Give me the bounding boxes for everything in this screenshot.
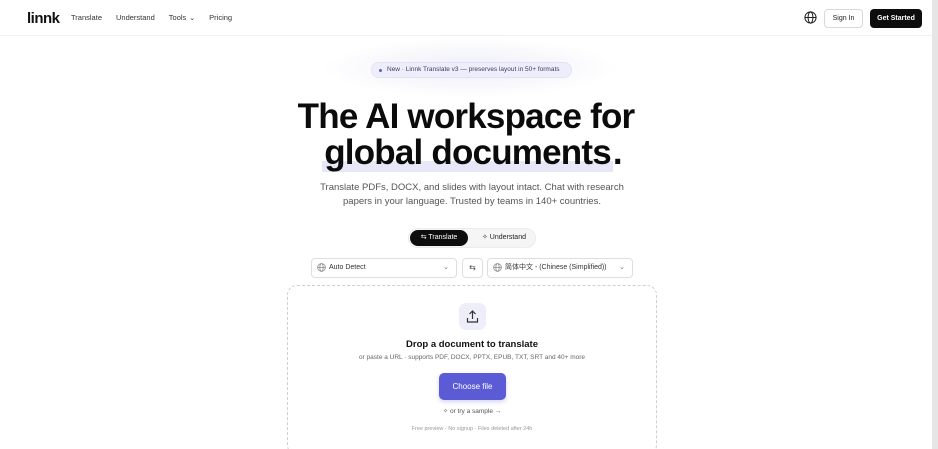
- sparkle-icon: ✧: [442, 408, 450, 415]
- globe-icon: [317, 263, 326, 272]
- swap-languages-button[interactable]: ⇆: [462, 258, 483, 278]
- globe-icon[interactable]: [804, 11, 817, 24]
- hero-subtitle: Translate PDFs, DOCX, and slides with la…: [0, 181, 938, 209]
- chevron-down-icon: ⌄: [189, 15, 196, 22]
- tab-translate[interactable]: ⇆ Translate: [410, 230, 468, 246]
- mode-toggle: ⇆ Translate ✧ Understand: [408, 228, 536, 248]
- badge-dot-icon: [379, 69, 382, 72]
- upload-icon: [459, 303, 486, 330]
- dropzone-fine-print: Free preview · No signup · Files deleted…: [411, 426, 533, 432]
- nav-translate[interactable]: Translate: [71, 13, 102, 22]
- hero-title-line1: The AI workspace for: [297, 97, 635, 136]
- target-language-value: 简体中文 - (Chinese (Simplified)): [505, 264, 607, 271]
- hero-subtitle-line2: papers in your language. Trusted by team…: [343, 196, 601, 207]
- nav-pricing[interactable]: Pricing: [209, 13, 232, 22]
- chevron-down-icon: ⌄: [443, 264, 449, 271]
- page-scrollbar[interactable]: [932, 0, 938, 449]
- try-sample-label: or try a sample →: [449, 408, 502, 415]
- tab-translate-label: Translate: [428, 234, 458, 241]
- nav-tools[interactable]: Tools ⌄: [169, 13, 195, 22]
- hero-title-line2: global documents.: [0, 133, 938, 173]
- swap-arrows-icon: ⇆: [469, 263, 476, 272]
- scrollbar-thumb[interactable]: [932, 0, 938, 449]
- nav-tools-label: Tools: [168, 13, 187, 22]
- chevron-down-icon: ⌄: [619, 264, 625, 271]
- source-language-select[interactable]: Auto Detect ⌄: [311, 258, 457, 278]
- get-started-button[interactable]: Get Started: [870, 9, 922, 28]
- sign-in-button[interactable]: Sign In: [824, 9, 863, 28]
- try-sample-link[interactable]: ✧ or try a sample →: [288, 407, 656, 415]
- primary-nav: Translate Understand Tools ⌄ Pricing: [71, 13, 232, 22]
- hero-subtitle-line1: Translate PDFs, DOCX, and slides with la…: [320, 182, 624, 193]
- tab-understand-label: Understand: [489, 234, 526, 241]
- announcement-badge[interactable]: New · Linnk Translate v3 — preserves lay…: [371, 62, 572, 78]
- choose-file-button[interactable]: Choose file: [439, 373, 506, 400]
- hero-title-period: .: [612, 133, 623, 172]
- target-language-select[interactable]: 简体中文 - (Chinese (Simplified)) ⌄: [487, 258, 633, 278]
- nav-understand[interactable]: Understand: [116, 13, 155, 22]
- hero-title-highlight: global documents: [322, 133, 613, 172]
- document-dropzone[interactable]: Drop a document to translate or paste a …: [287, 285, 657, 449]
- top-navbar: linnk Translate Understand Tools ⌄ Pricin…: [0, 0, 932, 36]
- source-language-value: Auto Detect: [329, 264, 366, 271]
- globe-icon: [493, 263, 502, 272]
- dropzone-title: Drop a document to translate: [406, 339, 538, 350]
- tab-understand[interactable]: ✧ Understand: [475, 230, 533, 246]
- sparkle-icon: ✧: [481, 234, 490, 241]
- dropzone-subtitle: or paste a URL · supports PDF, DOCX, PPT…: [358, 354, 586, 361]
- logo[interactable]: linnk: [27, 10, 60, 27]
- badge-text: New · Linnk Translate v3 — preserves lay…: [387, 66, 560, 73]
